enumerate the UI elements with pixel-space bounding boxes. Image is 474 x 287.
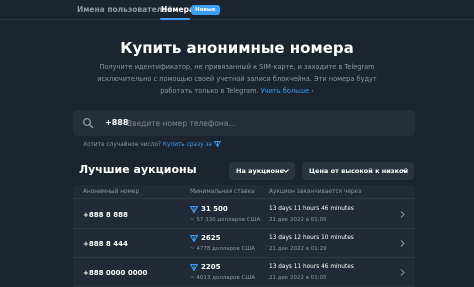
- buy-now-label: Купить сразу за: [162, 142, 212, 148]
- auctions-title: Лучшие аукционы: [79, 163, 197, 176]
- column-header-number: Анонимный номер: [83, 189, 140, 195]
- row-number: +888 0000 0000: [83, 269, 148, 277]
- sort-value: Цена от высокой к низкой: [309, 167, 409, 175]
- hint-text: Хотите случайное число?: [83, 142, 161, 148]
- ton-icon: [190, 206, 198, 213]
- row-time-left: 13 days 12 hours 10 minutes: [269, 235, 354, 241]
- description-line-1: Получите идентификатор, не привязанный к…: [99, 63, 375, 71]
- row-price: 2205: [201, 263, 221, 271]
- sort-dropdown[interactable]: Цена от высокой к низкой: [302, 162, 414, 180]
- phone-search-input[interactable]: [127, 114, 407, 132]
- buy-now-link[interactable]: Купить сразу за: [162, 141, 222, 148]
- learn-more-link[interactable]: Учить больше ›: [261, 87, 314, 95]
- new-badge: Новые: [191, 5, 220, 15]
- row-time-left: 13 days 11 hours 46 minutes: [269, 264, 354, 270]
- search-bar: +888: [73, 110, 415, 136]
- row-number: +888 8 444: [83, 240, 128, 248]
- status-filter-dropdown[interactable]: На аукционе: [229, 162, 295, 180]
- row-usd: ~ 4778 долларов США: [190, 246, 256, 252]
- chevron-right-icon: [400, 211, 405, 218]
- search-icon: [82, 117, 94, 129]
- table-row[interactable]: +888 0000 0000 2205 ~ 4013 долларов США …: [73, 258, 415, 287]
- row-end-date: 21 дек 2022 в 01:29: [269, 246, 327, 252]
- row-time-left: 13 days 11 hours 46 minutes: [269, 206, 354, 212]
- row-end-date: 21 дек 2022 в 01:05: [269, 217, 327, 223]
- chevron-down-icon: [283, 169, 289, 173]
- chevron-right-icon: [400, 240, 405, 247]
- row-price: 2625: [201, 234, 221, 242]
- column-header-ends-in: Аукцион заканчивается через: [269, 189, 362, 195]
- ton-icon: [213, 141, 222, 148]
- description-line-2: исключительно с помощью своей учетной за…: [97, 75, 377, 83]
- auctions-table: Анонимный номер Минимальная ставка Аукци…: [73, 185, 415, 287]
- phone-prefix: +888: [105, 118, 129, 127]
- chevron-right-icon: [400, 269, 405, 276]
- row-price: 31 500: [201, 205, 228, 213]
- row-usd: ~ 4013 долларов США: [190, 275, 256, 281]
- top-nav: Имена пользователей Номера Новые: [0, 0, 474, 20]
- description-line-3: работать только в Telegram. Учить больше…: [92, 85, 382, 97]
- page-title: Купить анонимные номера: [120, 39, 354, 57]
- description-line-3-text: работать только в Telegram.: [160, 87, 259, 95]
- table-header: Анонимный номер Минимальная ставка Аукци…: [73, 185, 415, 199]
- learn-more-label: Учить больше: [260, 87, 310, 95]
- row-end-date: 21 дек 2022 в 01:05: [269, 275, 327, 281]
- active-tab-indicator: [160, 18, 190, 20]
- ton-icon: [190, 264, 198, 271]
- row-number: +888 8 888: [83, 211, 128, 219]
- random-number-hint: Хотите случайное число? Купить сразу за: [83, 141, 222, 148]
- column-header-min-bid: Минимальная ставка: [190, 189, 255, 195]
- status-filter-value: На аукционе: [236, 167, 284, 175]
- page-description: Получите идентификатор, не привязанный к…: [92, 61, 382, 97]
- ton-icon: [190, 235, 198, 242]
- table-row[interactable]: +888 8 444 2625 ~ 4778 долларов США 13 d…: [73, 229, 415, 258]
- tab-numbers[interactable]: Номера: [161, 5, 194, 14]
- chevron-down-icon: [402, 169, 408, 173]
- row-usd: ~ 57 330 долларов США: [190, 217, 261, 223]
- table-row[interactable]: +888 8 888 31 500 ~ 57 330 долларов США …: [73, 200, 415, 229]
- tab-usernames[interactable]: Имена пользователей: [77, 5, 173, 14]
